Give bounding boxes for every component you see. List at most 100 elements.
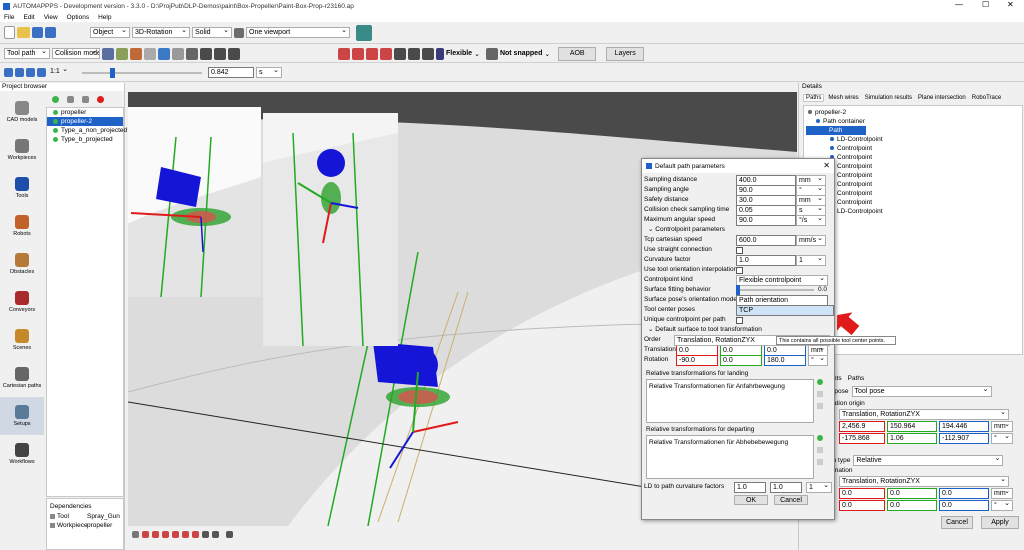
collision-model-select[interactable]: Collision model bbox=[52, 48, 100, 59]
menu-file[interactable]: File bbox=[4, 14, 14, 21]
straight-checkbox[interactable] bbox=[736, 246, 743, 254]
time-slider-track[interactable] bbox=[82, 67, 202, 78]
departing-edit-icon[interactable] bbox=[817, 447, 823, 453]
category-setups[interactable]: Setups bbox=[0, 397, 44, 435]
rotation-z[interactable]: 180.0 bbox=[764, 354, 806, 366]
close-window-button[interactable]: ✕ bbox=[1007, 0, 1014, 9]
layers-button[interactable]: Layers bbox=[606, 46, 645, 61]
t1-x[interactable]: 2,456.9 bbox=[839, 420, 885, 432]
project-item[interactable]: propeller bbox=[47, 108, 123, 117]
view-dropdown-icon[interactable] bbox=[212, 530, 219, 538]
view-front-icon[interactable] bbox=[142, 530, 149, 538]
view-left-icon[interactable] bbox=[162, 530, 169, 538]
save-item-icon[interactable] bbox=[82, 95, 89, 103]
surf-fit-handle[interactable] bbox=[736, 285, 740, 295]
new-file-icon[interactable] bbox=[4, 26, 15, 39]
snap-icon[interactable] bbox=[485, 47, 498, 60]
departing-item[interactable]: Relative Transformationen für Abhebebewe… bbox=[649, 438, 811, 448]
path-icon[interactable] bbox=[116, 47, 128, 60]
copy-icon[interactable] bbox=[67, 95, 74, 103]
t1-unit[interactable]: mm bbox=[991, 420, 1013, 432]
solid-select[interactable]: Solid bbox=[192, 27, 232, 38]
delete-icon[interactable] bbox=[97, 95, 104, 103]
r2-z[interactable]: 0.0 bbox=[939, 499, 989, 511]
flip-icon[interactable] bbox=[408, 47, 420, 60]
zoom-icon[interactable] bbox=[132, 530, 139, 538]
def-surface-collapse-icon[interactable]: ⌄ bbox=[648, 326, 653, 333]
ld-unit[interactable]: 1 bbox=[806, 481, 832, 493]
viewport-select[interactable]: One viewport bbox=[246, 27, 350, 38]
category-scenes[interactable]: Scenes bbox=[0, 321, 44, 359]
menu-view[interactable]: View bbox=[44, 14, 58, 21]
not-snapped-label[interactable]: Not snapped bbox=[500, 50, 542, 57]
tree-node[interactable]: Controlpoint bbox=[806, 189, 1020, 198]
category-cad-models[interactable]: CAD models bbox=[0, 93, 44, 131]
view-right-icon[interactable] bbox=[172, 530, 179, 538]
open-folder-icon[interactable] bbox=[17, 27, 30, 38]
tree-node[interactable]: Path container bbox=[806, 117, 1020, 126]
details-tab-robotrace[interactable]: RoboTrace bbox=[970, 95, 1003, 101]
details-cancel-button[interactable]: Cancel bbox=[941, 516, 973, 529]
tcp-speed-field[interactable]: 600.0 bbox=[736, 234, 796, 246]
camera-icon[interactable] bbox=[186, 47, 198, 60]
departing-add-icon[interactable] bbox=[817, 435, 823, 441]
surf-fit-slider[interactable] bbox=[736, 285, 814, 295]
tree-node[interactable]: LD-Controlpoint bbox=[806, 135, 1020, 144]
curve-tool-2-icon[interactable] bbox=[352, 47, 364, 60]
view-top-icon[interactable] bbox=[182, 530, 189, 538]
time-value-field[interactable]: 0.842 bbox=[208, 67, 254, 78]
param-field[interactable]: 90.0 bbox=[736, 214, 796, 226]
tree-node[interactable]: LD-Controlpoint bbox=[806, 207, 1020, 216]
r2-x[interactable]: 0.0 bbox=[839, 499, 885, 511]
play-icon[interactable] bbox=[15, 68, 24, 77]
details-apply-button[interactable]: Apply bbox=[981, 516, 1019, 529]
tree-node[interactable]: Controlpoint bbox=[806, 162, 1020, 171]
category-robots[interactable]: Robots bbox=[0, 207, 44, 245]
curvature-unit[interactable]: 1 bbox=[796, 254, 826, 266]
step-back-icon[interactable] bbox=[4, 68, 13, 77]
fill-icon[interactable] bbox=[228, 47, 240, 60]
object-select[interactable]: Object bbox=[90, 27, 130, 38]
category-cartesian-paths[interactable]: Cartesian paths bbox=[0, 359, 44, 397]
ok-button[interactable]: OK bbox=[734, 495, 768, 505]
minimize-button[interactable]: — bbox=[955, 0, 963, 9]
ld-field-1[interactable]: 1.0 bbox=[734, 481, 766, 493]
flexible-label[interactable]: Flexible bbox=[446, 50, 472, 57]
order-select-1[interactable]: Translation, RotationZYX bbox=[839, 408, 1009, 420]
flexible-icon[interactable] bbox=[436, 47, 444, 60]
view-cube-icon[interactable] bbox=[234, 27, 244, 38]
param-unit[interactable]: °/s bbox=[796, 214, 826, 226]
menu-help[interactable]: Help bbox=[98, 14, 111, 21]
t2-x[interactable]: 0.0 bbox=[839, 487, 885, 499]
unique-checkbox[interactable] bbox=[736, 316, 743, 324]
robot-icon[interactable] bbox=[130, 47, 142, 60]
tree-node[interactable]: propeller-2 bbox=[806, 108, 1020, 117]
dialog-close-icon[interactable]: ✕ bbox=[823, 161, 830, 170]
category-conveyors[interactable]: Conveyors bbox=[0, 283, 44, 321]
landing-add-icon[interactable] bbox=[817, 379, 823, 385]
ld-field-2[interactable]: 1.0 bbox=[770, 481, 802, 493]
landing-edit-icon[interactable] bbox=[817, 391, 823, 397]
view-iso-icon[interactable] bbox=[202, 530, 209, 538]
grid-icon[interactable] bbox=[172, 47, 184, 60]
type-select[interactable]: Relative bbox=[853, 455, 1004, 466]
time-unit-select[interactable]: s bbox=[256, 67, 282, 78]
menu-options[interactable]: Options bbox=[67, 14, 89, 21]
t1-y[interactable]: 150.964 bbox=[887, 420, 937, 432]
curve-tool-icon[interactable] bbox=[338, 47, 350, 60]
tcp-field[interactable]: TCP bbox=[736, 304, 834, 316]
project-item[interactable]: Type_b_projected bbox=[47, 135, 123, 144]
rotation-x[interactable]: -90.0 bbox=[676, 354, 718, 366]
view-back-icon[interactable] bbox=[152, 530, 159, 538]
tree-node[interactable]: Controlpoint bbox=[806, 180, 1020, 189]
toolpath-select[interactable]: Tool path bbox=[4, 48, 50, 59]
lower-tab-1[interactable]: Paths bbox=[848, 375, 865, 382]
r2-y[interactable]: 0.0 bbox=[887, 499, 937, 511]
align-icon[interactable] bbox=[422, 47, 434, 60]
category-workpieces[interactable]: Workpieces bbox=[0, 131, 44, 169]
edit-points-icon[interactable] bbox=[394, 47, 406, 60]
surface-icon[interactable] bbox=[144, 47, 156, 60]
t2-unit[interactable]: mm bbox=[991, 487, 1013, 499]
tree-node[interactable]: Controlpoint bbox=[806, 171, 1020, 180]
pose-select[interactable]: Tool pose bbox=[851, 386, 992, 397]
